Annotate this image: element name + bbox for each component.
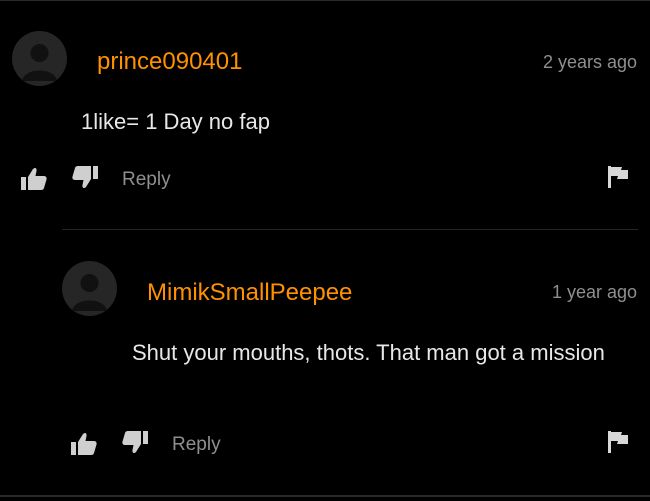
timestamp: 1 year ago — [551, 282, 637, 302]
comment-text: Shut your mouths, thots. That man got a … — [132, 340, 605, 365]
timestamp: 2 years ago — [542, 52, 637, 72]
comment-text: 1like= 1 Day no fap — [81, 109, 270, 134]
comments-page: prince090401 2 years ago 1like= 1 Day no… — [0, 0, 650, 501]
avatar[interactable] — [12, 31, 67, 86]
avatar-silhouette-icon — [72, 274, 107, 311]
avatar-silhouette-icon — [22, 44, 57, 81]
reply-button[interactable]: Reply — [122, 169, 171, 191]
avatar[interactable] — [62, 261, 117, 316]
thumbs-down-icon[interactable] — [72, 165, 98, 189]
reply-button[interactable]: Reply — [172, 434, 221, 456]
username[interactable]: MimikSmallPeepee — [147, 279, 352, 307]
username[interactable]: prince090401 — [97, 48, 242, 76]
thumbs-down-icon[interactable] — [122, 430, 148, 454]
thumbs-up-icon[interactable] — [21, 167, 47, 191]
flag-icon[interactable] — [608, 166, 628, 188]
flag-icon[interactable] — [608, 431, 628, 453]
bottom-divider — [0, 495, 650, 497]
comment-divider — [62, 229, 638, 230]
thumbs-up-icon[interactable] — [71, 432, 97, 456]
top-divider — [0, 0, 650, 1]
